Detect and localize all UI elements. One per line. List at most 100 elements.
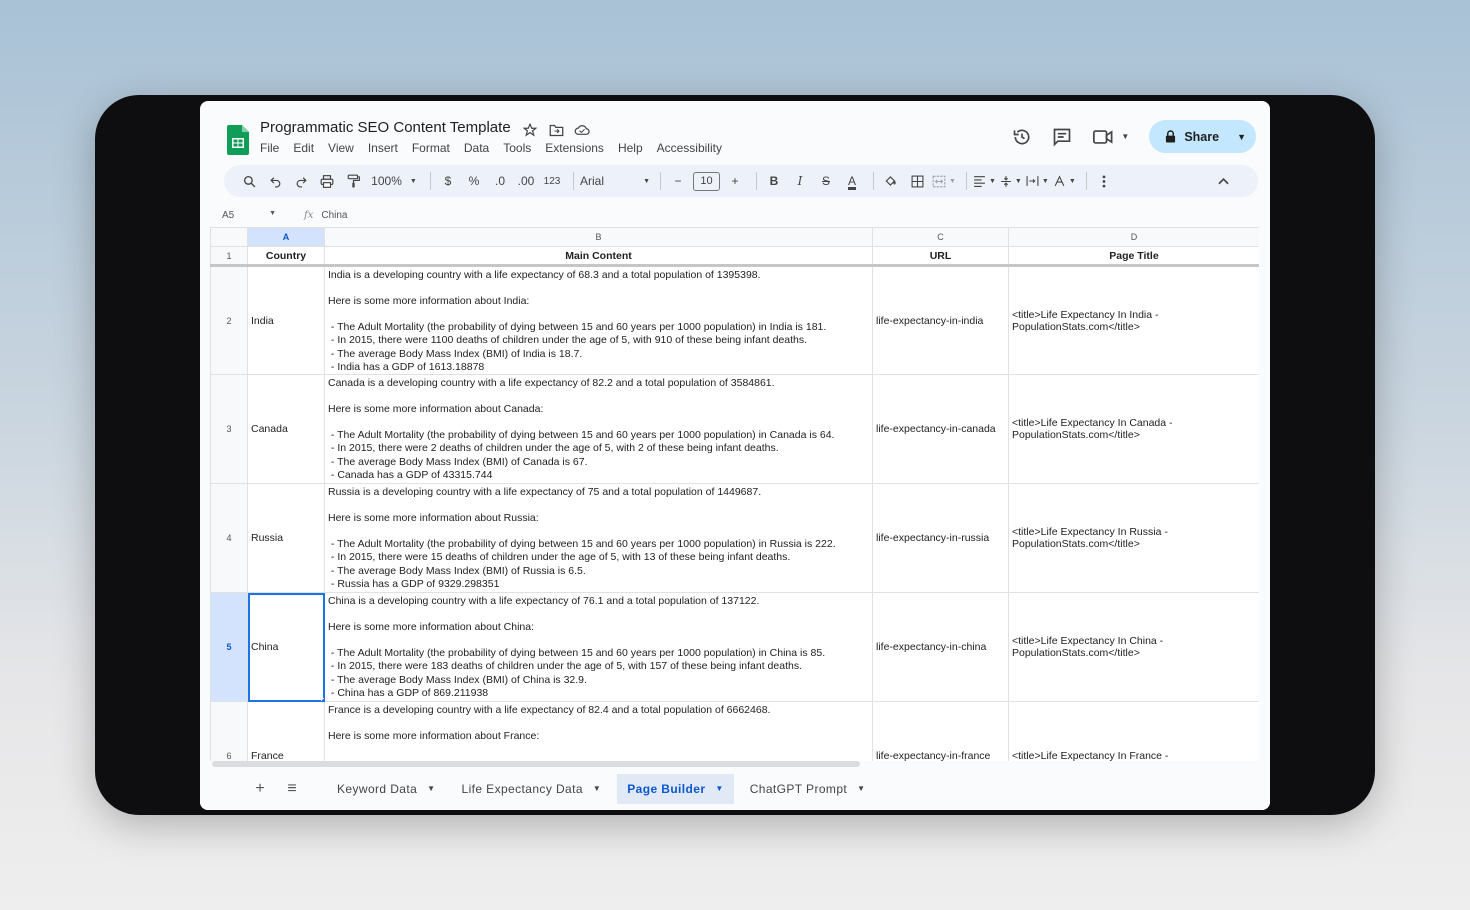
menu-format[interactable]: Format (412, 141, 450, 155)
more-formats-button[interactable]: 123 (541, 170, 563, 192)
cell-main-content[interactable]: China is a developing country with a lif… (324, 592, 873, 702)
cell-page-title[interactable]: <title>Life Expectancy In France - (1008, 701, 1259, 761)
column-header-a[interactable]: A (247, 227, 325, 247)
cell-country-selected[interactable]: China (247, 592, 325, 702)
share-button[interactable]: Share ▼ (1149, 120, 1256, 153)
row-header[interactable]: 5 (210, 592, 248, 702)
chevron-down-icon: ▼ (949, 177, 956, 185)
formula-bar: A5 ▼ fx China (210, 205, 1260, 225)
redo-icon[interactable] (290, 170, 312, 192)
move-folder-icon[interactable] (547, 121, 565, 139)
menu-bar: File Edit View Insert Format Data Tools … (260, 141, 722, 155)
meet-video-icon[interactable]: ▼ (1091, 126, 1131, 148)
vertical-align-icon[interactable]: ▼ (1000, 170, 1022, 192)
text-color-button[interactable]: A (841, 170, 863, 192)
star-icon[interactable] (521, 121, 539, 139)
version-history-icon[interactable] (1011, 126, 1033, 148)
text-wrapping-icon[interactable]: ▼ (1026, 170, 1049, 192)
row-header[interactable]: 1 (210, 246, 248, 267)
header-cell-url[interactable]: URL (872, 246, 1009, 267)
cell-page-title[interactable]: <title>Life Expectancy In China - Popula… (1008, 592, 1259, 702)
cell-url[interactable]: life-expectancy-in-canada (872, 374, 1009, 484)
format-percent-button[interactable]: % (463, 170, 485, 192)
cloud-status-icon[interactable] (573, 121, 591, 139)
row-header[interactable]: 4 (210, 483, 248, 593)
document-title[interactable]: Programmatic SEO Content Template (260, 119, 511, 136)
bold-button[interactable]: B (763, 170, 785, 192)
cell-url[interactable]: life-expectancy-in-china (872, 592, 1009, 702)
cell-url[interactable]: life-expectancy-in-france (872, 701, 1009, 761)
menu-file[interactable]: File (260, 141, 279, 155)
cell-country[interactable]: India (247, 265, 325, 375)
cell-page-title[interactable]: <title>Life Expectancy In Canada - Popul… (1008, 374, 1259, 484)
row-header[interactable]: 2 (210, 265, 248, 375)
select-all-corner[interactable] (210, 227, 248, 247)
row-header[interactable]: 6 (210, 701, 248, 761)
menu-accessibility[interactable]: Accessibility (657, 141, 722, 155)
increase-decimal-button[interactable]: .00 (515, 170, 537, 192)
column-header-c[interactable]: C (872, 227, 1009, 247)
column-header-d[interactable]: D (1008, 227, 1259, 247)
column-header-b[interactable]: B (324, 227, 873, 247)
italic-button[interactable]: I (789, 170, 811, 192)
collapse-toolbar-icon[interactable] (1212, 170, 1234, 192)
strikethrough-button[interactable]: S (815, 170, 837, 192)
sheets-logo-icon[interactable] (227, 125, 249, 155)
fill-handle[interactable] (321, 698, 324, 701)
menu-view[interactable]: View (328, 141, 354, 155)
cell-url[interactable]: life-expectancy-in-india (872, 265, 1009, 375)
cell-page-title[interactable]: <title>Life Expectancy In India - Popula… (1008, 265, 1259, 375)
cell-main-content[interactable]: France is a developing country with a li… (324, 701, 873, 761)
search-menus-icon[interactable] (238, 170, 260, 192)
decrease-decimal-button[interactable]: .0 (489, 170, 511, 192)
increase-font-size-button[interactable]: + (724, 170, 746, 192)
paint-format-icon[interactable] (342, 170, 364, 192)
name-box[interactable]: A5 ▼ (210, 210, 280, 221)
chevron-down-icon: ▼ (269, 209, 276, 217)
menu-extensions[interactable]: Extensions (545, 141, 604, 155)
cell-page-title[interactable]: <title>Life Expectancy In Russia - Popul… (1008, 483, 1259, 593)
cell-url[interactable]: life-expectancy-in-russia (872, 483, 1009, 593)
row-header[interactable]: 3 (210, 374, 248, 484)
add-sheet-icon[interactable]: + (249, 778, 271, 800)
borders-icon[interactable] (906, 170, 928, 192)
header-cell-page-title[interactable]: Page Title (1008, 246, 1259, 267)
text-rotation-icon[interactable]: ▼ (1053, 170, 1076, 192)
cell-country[interactable]: Russia (247, 483, 325, 593)
header-cell-main-content[interactable]: Main Content (324, 246, 873, 267)
comments-icon[interactable] (1051, 126, 1073, 148)
toolbar-divider (1085, 172, 1087, 190)
fill-color-icon[interactable] (880, 170, 902, 192)
formula-input[interactable]: China (321, 210, 347, 221)
font-select[interactable]: Arial ▼ (580, 170, 650, 192)
cell-country[interactable]: France (247, 701, 325, 761)
spreadsheet-window: Programmatic SEO Content Template File E… (200, 101, 1270, 810)
tab-keyword-data[interactable]: Keyword Data ▼ (327, 774, 446, 804)
decrease-font-size-button[interactable]: − (667, 170, 689, 192)
share-dropdown-icon[interactable]: ▼ (1237, 132, 1246, 142)
merge-cells-icon[interactable]: ▼ (932, 170, 956, 192)
cell-country[interactable]: Canada (247, 374, 325, 484)
menu-help[interactable]: Help (618, 141, 643, 155)
print-icon[interactable] (316, 170, 338, 192)
all-sheets-icon[interactable]: ≡ (281, 778, 303, 800)
menu-insert[interactable]: Insert (368, 141, 398, 155)
cell-main-content[interactable]: India is a developing country with a lif… (324, 265, 873, 375)
menu-edit[interactable]: Edit (293, 141, 314, 155)
more-options-icon[interactable] (1093, 170, 1115, 192)
tab-page-builder[interactable]: Page Builder ▼ (617, 773, 734, 804)
zoom-select[interactable]: 100% ▼ (368, 170, 420, 192)
cell-main-content[interactable]: Russia is a developing country with a li… (324, 483, 873, 593)
undo-icon[interactable] (264, 170, 286, 192)
horizontal-align-icon[interactable]: ▼ (973, 170, 996, 192)
menu-tools[interactable]: Tools (503, 141, 531, 155)
font-size-input[interactable]: 10 (693, 171, 720, 191)
header-cell-country[interactable]: Country (247, 246, 325, 267)
tab-chatgpt-prompt[interactable]: ChatGPT Prompt ▼ (740, 774, 876, 804)
menu-data[interactable]: Data (464, 141, 489, 155)
format-currency-button[interactable]: $ (437, 170, 459, 192)
cell-value: China (251, 641, 279, 653)
tab-life-expectancy-data[interactable]: Life Expectancy Data ▼ (452, 774, 612, 804)
cell-main-content[interactable]: Canada is a developing country with a li… (324, 374, 873, 484)
spreadsheet-grid: A B C D 1 Country Main Content URL Page … (210, 227, 1259, 761)
